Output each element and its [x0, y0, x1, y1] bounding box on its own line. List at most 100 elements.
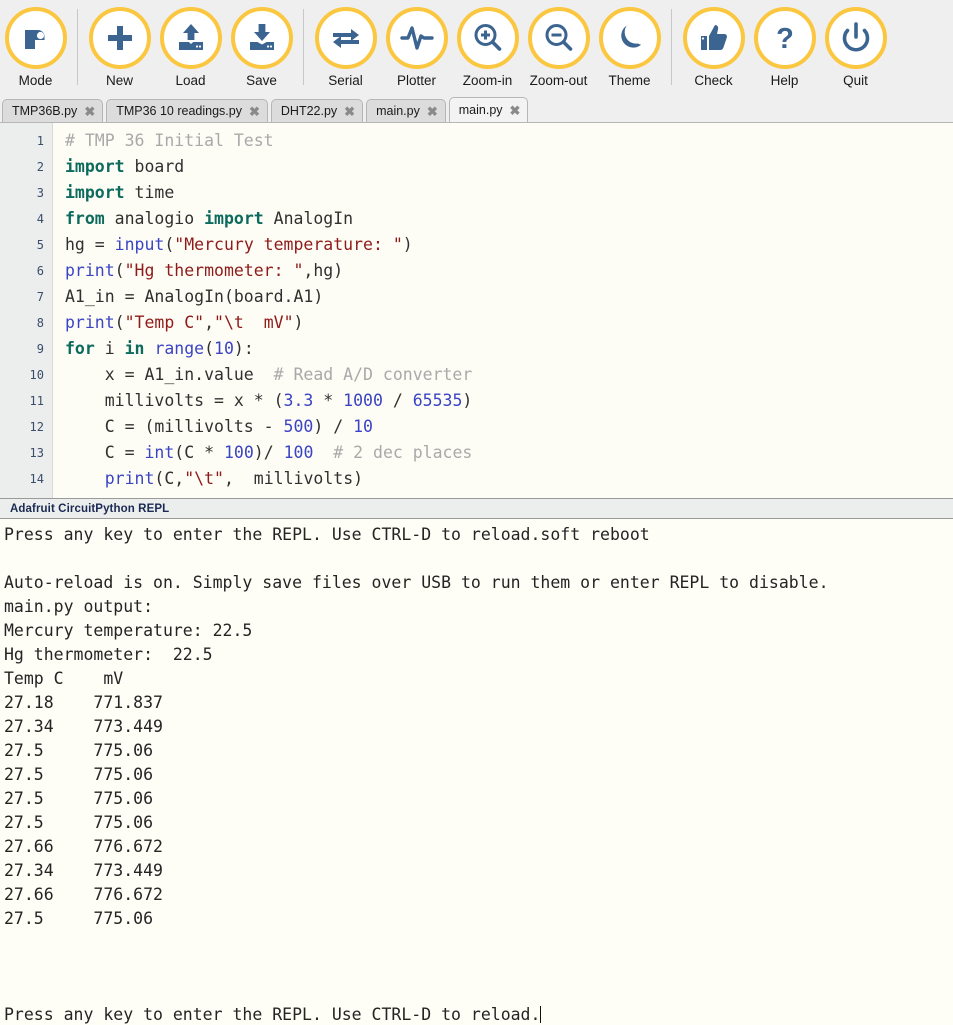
- code-token: 10: [214, 339, 234, 358]
- code-token: (: [114, 313, 125, 332]
- toolbar-group-view: Serial Plotter Zoom-in Zoom-out Theme: [310, 7, 665, 89]
- code-token: 3.3: [283, 391, 314, 410]
- code-line[interactable]: print("Temp C","\t mV"): [65, 310, 953, 336]
- tab-close-icon[interactable]: ✖: [249, 105, 260, 118]
- line-number: 2: [36, 160, 44, 174]
- toolbar-separator-1: [77, 9, 78, 85]
- quit-button[interactable]: Quit: [820, 7, 891, 89]
- tab-4[interactable]: main.py ✖: [448, 97, 529, 122]
- code-token: int: [144, 443, 175, 462]
- repl-title: Adafruit CircuitPython REPL: [0, 499, 953, 519]
- code-line[interactable]: A1_in = AnalogIn(board.A1): [65, 284, 953, 310]
- code-token: import: [65, 183, 125, 202]
- code-token: AnalogIn: [263, 209, 354, 228]
- code-token: print: [65, 313, 115, 332]
- code-line[interactable]: print("Hg thermometer: ",hg): [65, 258, 953, 284]
- code-line[interactable]: import board: [65, 154, 953, 180]
- repl-line: Auto-reload is on. Simply save files ove…: [4, 573, 829, 592]
- code-token: "Temp C": [124, 313, 205, 332]
- tab-close-icon[interactable]: ✖: [344, 105, 355, 118]
- code-line[interactable]: for i in range(10):: [65, 336, 953, 362]
- theme-button[interactable]: Theme: [594, 7, 665, 89]
- repl-prompt-line[interactable]: Press any key to enter the REPL. Use CTR…: [2, 1003, 953, 1025]
- plotter-button[interactable]: Plotter: [381, 7, 452, 89]
- tab-0[interactable]: TMP36B.py ✖: [2, 99, 104, 122]
- zoom-out-button-label: Zoom-out: [529, 73, 588, 88]
- code-line[interactable]: C = (millivolts - 500) / 10: [65, 414, 953, 440]
- code-line[interactable]: import time: [65, 180, 953, 206]
- code-token: A1_in = AnalogIn(board.A1): [65, 287, 324, 306]
- mode-button-label: Mode: [18, 73, 53, 88]
- code-line[interactable]: print(C,"\t", millivolts): [65, 466, 953, 492]
- save-button[interactable]: Save: [226, 7, 297, 89]
- code-area[interactable]: # TMP 36 Initial Test import board import …: [53, 123, 953, 498]
- code-token: /: [382, 391, 413, 410]
- repl-line: 27.34 773.449: [4, 861, 163, 880]
- line-number: 9: [36, 342, 44, 356]
- repl-line: main.py output:: [4, 597, 154, 616]
- tab-2[interactable]: DHT22.py ✖: [270, 99, 364, 122]
- tab-bar: TMP36B.py ✖ TMP36 10 readings.py ✖ DHT22.py ✖…: [0, 97, 953, 123]
- code-token: 1000: [343, 391, 383, 410]
- check-button[interactable]: Check: [678, 7, 749, 89]
- code-line[interactable]: from analogio import AnalogIn: [65, 206, 953, 232]
- toolbar-group-help: Check ? Help Quit: [678, 7, 891, 89]
- tab-close-icon[interactable]: ✖: [427, 105, 438, 118]
- zoom-out-button[interactable]: Zoom-out: [523, 7, 594, 89]
- moon-icon: [598, 7, 661, 69]
- tab-close-icon[interactable]: ✖: [84, 105, 95, 118]
- load-button-label: Load: [175, 73, 206, 88]
- code-token: hg =: [65, 235, 115, 254]
- code-token: "Mercury temperature: ": [174, 235, 403, 254]
- toolbar-separator-3: [671, 9, 672, 85]
- code-line[interactable]: C = int(C * 100)/ 100 # 2 dec places: [65, 440, 953, 466]
- repl-line: 27.66 776.672: [4, 837, 163, 856]
- code-line[interactable]: # TMP 36 Initial Test: [65, 128, 953, 154]
- zoom-in-button[interactable]: Zoom-in: [452, 7, 523, 89]
- tab-close-icon[interactable]: ✖: [510, 104, 521, 117]
- mu-editor-window: Mode New Load Save Serial Plotter Zoom-i…: [0, 0, 953, 1025]
- serial-button[interactable]: Serial: [310, 7, 381, 89]
- line-number-gutter: 1 2 3 4 5 6 7 8 9 10 11 12 13 14: [0, 123, 53, 498]
- repl-output[interactable]: Press any key to enter the REPL. Use CTR…: [0, 519, 953, 1025]
- repl-line: 27.34 773.449: [4, 717, 163, 736]
- code-token: ,hg): [303, 261, 344, 280]
- code-token: 500: [283, 417, 314, 436]
- plus-icon: [88, 7, 151, 69]
- magnifier-minus-icon: [527, 7, 590, 69]
- tab-label: main.py: [376, 104, 420, 118]
- load-button[interactable]: Load: [155, 7, 226, 89]
- tab-3[interactable]: main.py ✖: [366, 99, 446, 122]
- code-token: )/: [253, 443, 284, 462]
- help-button[interactable]: ? Help: [749, 7, 820, 89]
- repl-line: [2, 979, 953, 1003]
- code-editor[interactable]: 1 2 3 4 5 6 7 8 9 10 11 12 13 14 # TMP 36 Initial Tes…: [0, 123, 953, 498]
- mode-button[interactable]: Mode: [0, 7, 71, 89]
- toolbar-separator-2: [303, 9, 304, 85]
- code-token: # Read A/D converter: [273, 365, 473, 384]
- new-button-label: New: [105, 73, 133, 88]
- code-token: ):: [233, 339, 254, 358]
- line-number: 4: [36, 212, 44, 226]
- code-token: 100: [283, 443, 314, 462]
- code-token: (: [204, 339, 215, 358]
- new-button[interactable]: New: [84, 7, 155, 89]
- repl-line: Hg thermometer: 22.5: [4, 645, 213, 664]
- code-token: import: [204, 209, 264, 228]
- code-token: 65535: [412, 391, 463, 410]
- repl-line: Mercury temperature: 22.5: [4, 621, 253, 640]
- code-token: 100: [223, 443, 254, 462]
- tab-1[interactable]: TMP36 10 readings.py ✖: [106, 99, 268, 122]
- code-line[interactable]: millivolts = x * (3.3 * 1000 / 65535): [65, 388, 953, 414]
- line-number: 14: [29, 472, 44, 486]
- code-token: ) /: [313, 417, 354, 436]
- code-line[interactable]: x = A1_in.value # Read A/D converter: [65, 362, 953, 388]
- code-token: (C,: [154, 469, 185, 488]
- code-line[interactable]: hg = input("Mercury temperature: "): [65, 232, 953, 258]
- download-icon: [230, 7, 293, 69]
- waveform-icon: [385, 7, 448, 69]
- code-token: 10: [353, 417, 373, 436]
- code-token: in: [124, 339, 145, 358]
